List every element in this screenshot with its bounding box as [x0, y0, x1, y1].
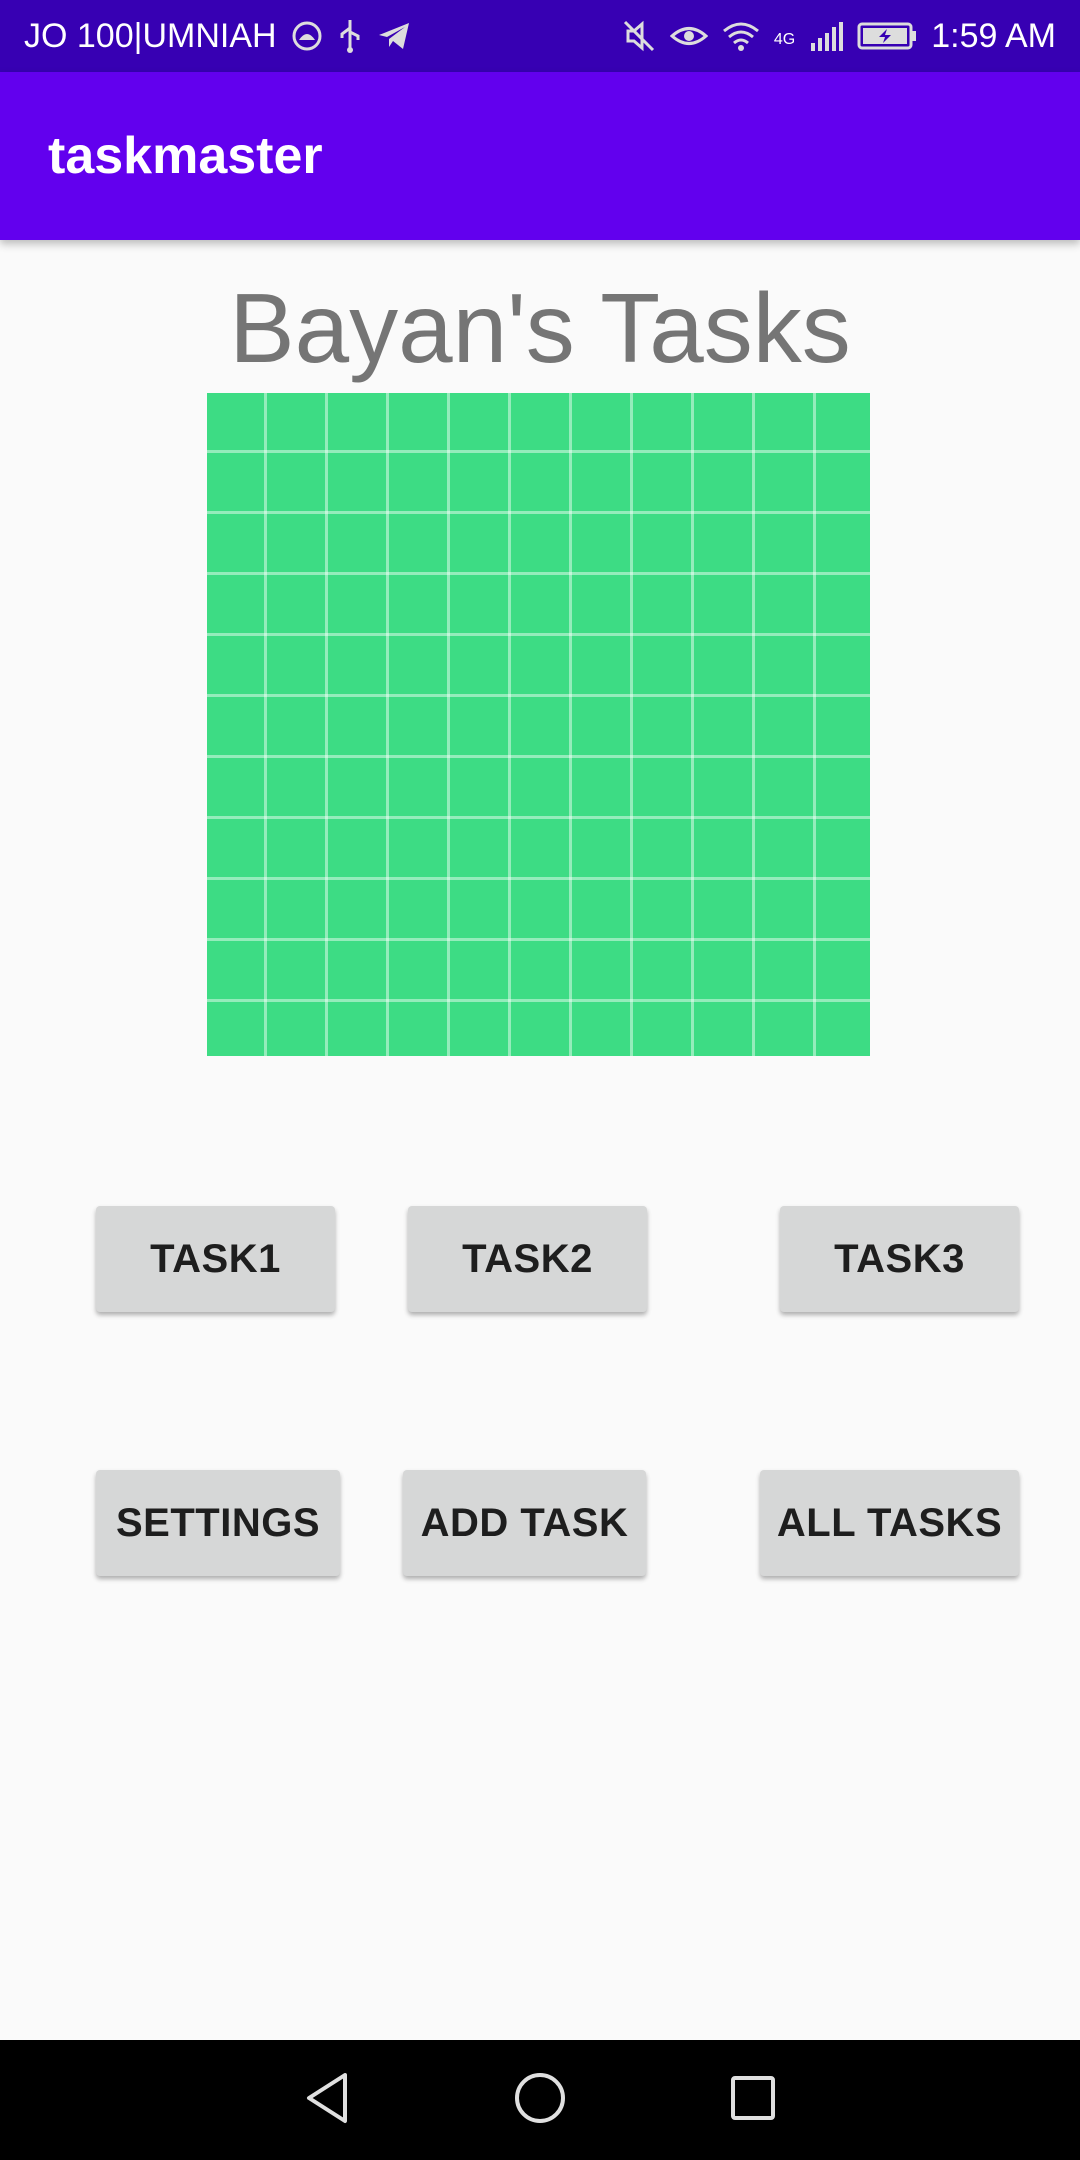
recents-button[interactable]: [713, 2060, 793, 2140]
task1-button[interactable]: TASK1: [96, 1206, 335, 1312]
page-title: Bayan's Tasks: [229, 273, 851, 383]
recents-icon: [729, 2074, 777, 2127]
carrier-app-icon: [291, 20, 323, 52]
clock: 1:59 AM: [931, 16, 1056, 55]
task2-button[interactable]: TASK2: [408, 1206, 647, 1312]
mute-icon: [622, 19, 656, 53]
home-icon: [513, 2071, 567, 2130]
settings-button[interactable]: SETTINGS: [96, 1470, 340, 1576]
status-left: JO 100|UMNIAH: [24, 17, 411, 56]
all-tasks-button[interactable]: ALL TASKS: [760, 1470, 1019, 1576]
back-icon: [303, 2071, 351, 2130]
status-bar: JO 100|UMNIAH 4G 1:59 AM: [0, 0, 1080, 72]
back-button[interactable]: [287, 2060, 367, 2140]
network-type-label: 4G: [773, 30, 796, 48]
task3-button[interactable]: TASK3: [780, 1206, 1019, 1312]
signal-icon: [809, 21, 844, 51]
android-default-grid-image: [207, 393, 870, 1056]
app-bar: taskmaster: [0, 72, 1080, 240]
telegram-icon: [377, 21, 411, 51]
battery-charging-icon: [857, 21, 917, 51]
wifi-icon: [722, 21, 760, 51]
usb-icon: [337, 18, 363, 54]
app-title: taskmaster: [48, 127, 323, 185]
home-button[interactable]: [500, 2060, 580, 2140]
carrier-label: JO 100|UMNIAH: [24, 16, 277, 55]
add-task-button[interactable]: ADD TASK: [403, 1470, 646, 1576]
eye-comfort-icon: [669, 21, 708, 51]
status-right: 4G 1:59 AM: [622, 17, 1056, 56]
navigation-bar: [0, 2040, 1080, 2160]
